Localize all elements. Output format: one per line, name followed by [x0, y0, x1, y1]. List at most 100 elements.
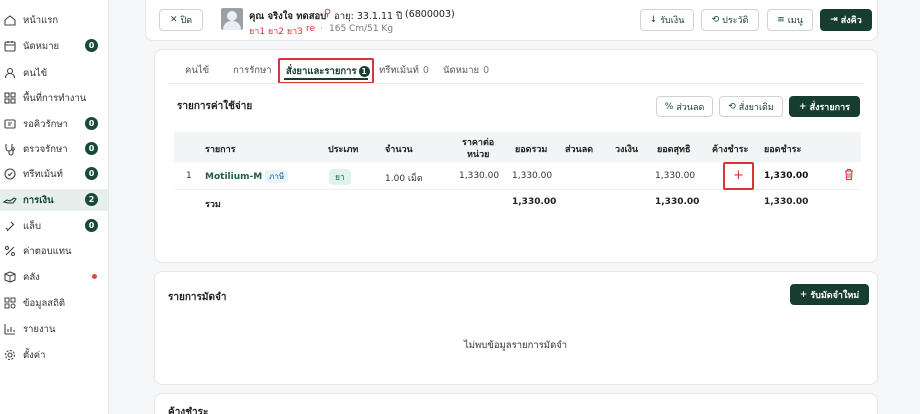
sidebar-item-11[interactable]: ข้อมูลสถิติ — [0, 292, 108, 314]
col-net: ยอดสุทธิ — [657, 145, 691, 155]
row-number: 1 — [186, 171, 192, 181]
close-icon: ✕ — [169, 15, 178, 25]
lab-icon — [3, 219, 17, 233]
tab-appointments[interactable]: นัดหมาย 0 — [443, 63, 489, 78]
sidebar-item-0[interactable]: หน้าแรก — [0, 9, 108, 31]
discount-button[interactable]: % ส่วนลด — [656, 96, 713, 117]
stethoscope-icon — [3, 142, 17, 156]
sidebar-item-4[interactable]: รอคิวรักษา 0 — [0, 113, 108, 135]
tab-orders-label: สั่งยาและรายการ — [286, 66, 357, 77]
sidebar-item-label: ตรวจรักษา — [23, 143, 68, 155]
tab-procedures[interactable]: ทรีทเม้นท์ 0 — [379, 63, 429, 78]
send-icon: ⇥ — [830, 15, 838, 25]
col-outstanding: ค้างชำระ — [712, 145, 749, 155]
queue-icon — [3, 117, 17, 131]
sidebar-item-label: รอคิวรักษา — [23, 118, 68, 130]
history-button[interactable]: ⟲ ประวัติ — [701, 9, 759, 31]
tax-chip: ภาษี — [265, 170, 289, 183]
old-order-button[interactable]: ⟲ สั่งยาเดิม — [719, 96, 783, 117]
patient-vitals: 165 Cm/51 Kg — [329, 24, 394, 34]
sidebar-item-label: การเงิน — [23, 194, 54, 206]
allergy-separator-2: · — [320, 24, 323, 34]
count-badge: 2 — [85, 193, 98, 206]
sidebar-item-6[interactable]: ทรีทเม้นท์ 0 — [0, 163, 108, 185]
deposit-title: รายการมัดจำ — [168, 292, 227, 303]
notification-dot — [92, 274, 97, 279]
trash-icon[interactable] — [843, 168, 855, 184]
deposit-empty-text: ไม่พบข้อมูลรายการมัดจำ — [464, 340, 568, 351]
patient-age: อายุ: 33.1.11 ปี — [334, 11, 403, 22]
sidebar-item-12[interactable]: รายงาน — [0, 318, 108, 340]
menu-icon: ≡ — [777, 15, 785, 25]
sidebar-item-label: คลัง — [23, 271, 40, 283]
gear-icon — [3, 348, 17, 362]
tab-orders-badge: 1 — [358, 66, 370, 77]
sidebar-item-label: หน้าแรก — [23, 14, 59, 26]
col-discount: ส่วนลด — [565, 145, 594, 155]
tab-orders[interactable]: สั่งยาและรายการ 1 — [278, 58, 374, 84]
history-icon: ⟲ — [711, 15, 720, 25]
sidebar-item-7[interactable]: การเงิน 2 — [0, 189, 108, 211]
tab-patient[interactable]: คนไข้ — [185, 63, 209, 78]
orders-table: รายการ ประเภท จำนวน ราคาต่อ หน่วย ยอดรวม… — [174, 132, 861, 214]
close-button[interactable]: ✕ ปิด — [159, 9, 203, 31]
menu-button[interactable]: ≡ เมนู — [767, 9, 813, 31]
sidebar-item-1[interactable]: นัดหมาย 0 — [0, 35, 108, 57]
report-icon — [3, 322, 17, 336]
sidebar-item-2[interactable]: คนไข้ — [0, 62, 108, 84]
count-badge: 0 — [85, 39, 98, 52]
orders-card: คนไข้ การรักษา สั่งยาและรายการ 1 ทรีทเม้น… — [154, 49, 878, 263]
sidebar-item-5[interactable]: ตรวจรักษา 0 — [0, 138, 108, 160]
allergy-extra: re — [306, 24, 316, 34]
allergy-list: ยา1 ยา2 ยา3 — [249, 27, 303, 37]
allergy-separator: · — [296, 24, 299, 34]
unit-price-cell: 1,330.00 — [459, 171, 500, 181]
percent-icon — [3, 244, 17, 258]
expenses-title: รายการค่าใช้จ่าย — [177, 101, 253, 112]
count-badge: 0 — [85, 167, 98, 180]
sidebar-item-10[interactable]: คลัง — [0, 266, 108, 288]
paid-cell: 1,330.00 — [764, 171, 809, 181]
sidebar-item-8[interactable]: แล็บ 0 — [0, 215, 108, 237]
sidebar-item-label: รายงาน — [23, 323, 56, 335]
col-total: ยอดรวม — [515, 145, 548, 155]
type-chip: ยา — [329, 169, 351, 185]
avatar — [221, 8, 243, 30]
sidebar-item-label: คนไข้ — [23, 67, 48, 79]
patient-name: คุณ จริงใจ ทดสอบ — [249, 11, 327, 22]
sidebar-item-9[interactable]: ค่าตอบแทน — [0, 240, 108, 262]
col-unit-price-2: หน่วย — [467, 150, 490, 160]
send-queue-button[interactable]: ⇥ ส่งคิว — [820, 9, 872, 31]
plus-icon: + — [799, 101, 807, 112]
box-icon — [3, 270, 17, 284]
outstanding-card: ค้างชำระ — [154, 393, 878, 414]
count-badge: 0 — [85, 117, 98, 130]
patient-hn: (6800003) — [405, 9, 455, 20]
count-badge: 0 — [85, 219, 98, 232]
sidebar-item-label: ข้อมูลสถิติ — [23, 297, 66, 309]
sidebar-item-label: นัดหมาย — [23, 40, 60, 52]
sidebar: หน้าแรกนัดหมาย 0 คนไข้พื้นที่การทำงานรอคิว… — [0, 0, 109, 414]
user-icon — [3, 66, 17, 80]
sidebar-item-label: ตั้งค่า — [23, 349, 46, 361]
receive-money-button[interactable]: ↓ รับเงิน — [640, 9, 694, 31]
add-order-button[interactable]: + สั่งรายการ — [789, 96, 860, 117]
outstanding-add-button[interactable]: + — [723, 162, 754, 190]
table-row: 1 Motilium-M ภาษี 1.00 เม็ด 1,330.00 1,3… — [174, 162, 861, 190]
arrow-down-icon: ↓ — [649, 15, 658, 25]
col-type: ประเภท — [328, 145, 359, 155]
add-deposit-button[interactable]: + รับมัดจำใหม่ — [790, 284, 869, 305]
stats-icon — [3, 296, 17, 310]
summary-net: 1,330.00 — [655, 197, 700, 207]
sidebar-item-label: แล็บ — [23, 220, 41, 232]
tab-treatment[interactable]: การรักษา — [233, 63, 272, 78]
sidebar-item-13[interactable]: ตั้งค่า — [0, 344, 108, 366]
calendar-icon — [3, 39, 17, 53]
total-cell: 1,330.00 — [512, 171, 553, 181]
location-pin-icon: ⚲ — [324, 8, 332, 19]
sidebar-item-3[interactable]: พื้นที่การทำงาน — [0, 87, 108, 109]
summary-paid: 1,330.00 — [764, 197, 809, 207]
sidebar-item-label: พื้นที่การทำงาน — [23, 92, 87, 104]
net-cell: 1,330.00 — [655, 171, 696, 181]
item-name[interactable]: Motilium-M ภาษี — [205, 170, 289, 183]
